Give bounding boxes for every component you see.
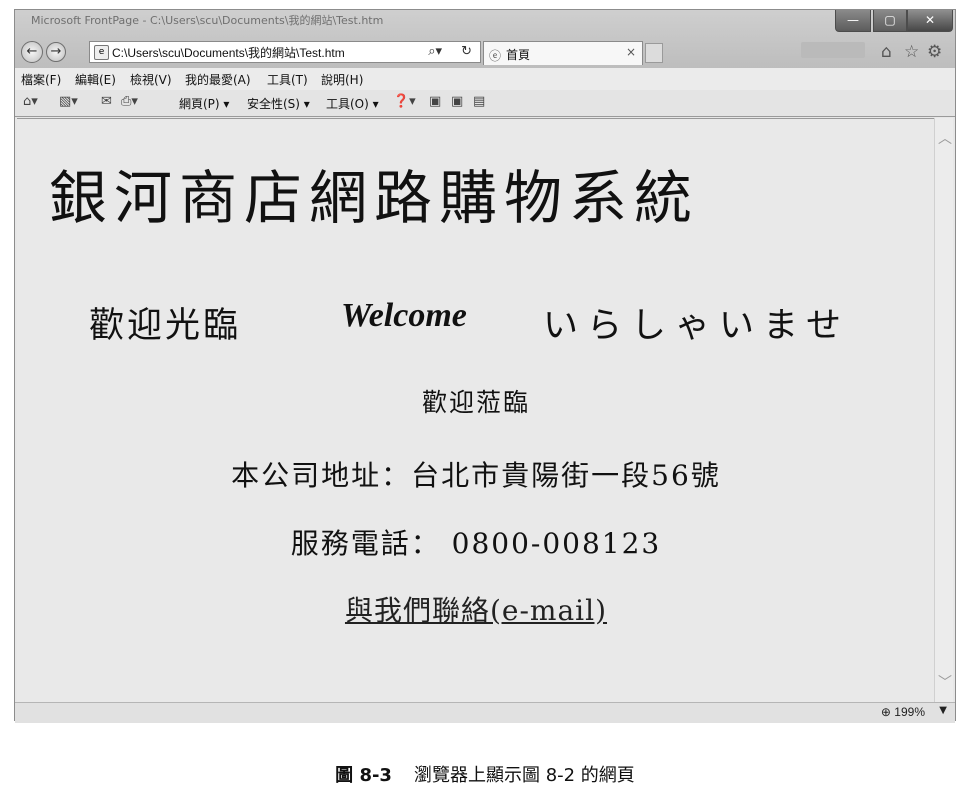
address-bar[interactable]: e C:\Users\scu\Documents\我的網站\Test.htm ⌕… xyxy=(89,41,481,63)
ie-icon: ⓔ xyxy=(489,49,502,63)
minimize-button[interactable]: — xyxy=(835,10,871,32)
new-tab-button[interactable] xyxy=(645,43,663,63)
command-bar: ⌂▾ ▧▾ ✉ ⎙▾ 網頁(P) ▾ 安全性(S) ▾ 工具(O) ▾ ❓▾ ▣… xyxy=(15,90,955,117)
cmd-safety[interactable]: 安全性(S) ▾ xyxy=(247,95,310,112)
favorites-star-icon[interactable]: ☆ xyxy=(904,42,919,62)
greeting-text: 歡迎蒞臨 xyxy=(421,388,530,417)
cmd-tools-label: 工具(O) xyxy=(326,97,369,111)
contact-row: 與我們聯絡(e-mail) xyxy=(17,589,935,629)
menu-favorites[interactable]: 我的最愛(A) xyxy=(185,71,251,88)
read-mail-icon[interactable]: ✉ xyxy=(101,94,112,109)
cmd-safety-label: 安全性(S) xyxy=(247,97,300,111)
page-content: 銀河商店網路購物系統 歡迎光臨 Welcome いらしゃいませ 歡迎蒞臨 本公司… xyxy=(17,118,935,703)
window-title: Microsoft FrontPage - C:\Users\scu\Docum… xyxy=(31,14,384,27)
cmd-page-label: 網頁(P) xyxy=(179,97,220,111)
zoom-level: 199% xyxy=(894,705,925,719)
onenote-icon[interactable]: ▤ xyxy=(473,94,485,109)
back-arrow-icon: ← xyxy=(26,44,38,59)
page-title: 銀河商店網路購物系統 xyxy=(49,164,700,232)
figure-caption: 圖 8-3 瀏覽器上顯示圖 8-2 的網頁 xyxy=(0,761,970,787)
settings-gear-icon[interactable]: ⚙ xyxy=(927,42,942,62)
research-icon[interactable]: ▣ xyxy=(429,94,441,109)
search-icon[interactable]: ⌕▾ xyxy=(428,44,442,59)
title-bar: Microsoft FrontPage - C:\Users\scu\Docum… xyxy=(15,10,955,68)
vertical-scrollbar[interactable]: ︿ ﹀ xyxy=(934,118,953,702)
figure-caption-text: 瀏覽器上顯示圖 8-2 的網頁 xyxy=(413,765,635,786)
menu-tools[interactable]: 工具(T) xyxy=(267,71,308,88)
browser-window: Microsoft FrontPage - C:\Users\scu\Docum… xyxy=(14,9,956,723)
forward-button[interactable]: → xyxy=(46,42,66,62)
menu-view[interactable]: 檢視(V) xyxy=(130,71,172,88)
contact-email-link[interactable]: 與我們聯絡(e-mail) xyxy=(345,594,607,627)
company-address: 本公司地址：台北市貴陽街一段56號 xyxy=(231,459,721,492)
zoom-icon: ⊕ xyxy=(880,705,891,719)
address-text[interactable]: C:\Users\scu\Documents\我的網站\Test.htm xyxy=(112,44,345,61)
scroll-down-icon[interactable]: ﹀ xyxy=(938,672,952,692)
cmd-page[interactable]: 網頁(P) ▾ xyxy=(179,95,229,112)
status-bar: ⊕ 199% ▼ xyxy=(15,702,955,723)
service-phone: 服務電話： 0800-008123 xyxy=(290,527,662,560)
page-icon: e xyxy=(94,45,109,60)
maximize-button[interactable]: ▢ xyxy=(873,10,907,32)
welcome-chinese: 歡迎光臨 xyxy=(89,306,242,346)
zoom-control[interactable]: ⊕ 199% xyxy=(881,705,925,719)
menu-edit[interactable]: 編輯(E) xyxy=(75,71,116,88)
tab-home[interactable]: ⓔ 首頁 × xyxy=(483,41,643,65)
translate-icon[interactable]: ▣ xyxy=(451,94,463,109)
scroll-up-icon[interactable]: ︿ xyxy=(938,128,952,148)
print-icon[interactable]: ⎙▾ xyxy=(121,94,138,109)
back-button[interactable]: ← xyxy=(21,41,43,63)
help-icon[interactable]: ❓▾ xyxy=(393,94,416,109)
home-small-icon[interactable]: ⌂▾ xyxy=(23,94,38,109)
menu-help[interactable]: 說明(H) xyxy=(321,71,363,88)
welcome-japanese: いらしゃいませ xyxy=(543,306,850,346)
toolbar-field[interactable] xyxy=(801,42,865,58)
refresh-icon[interactable]: ↻ xyxy=(461,44,472,59)
menu-file[interactable]: 檔案(F) xyxy=(21,71,61,88)
tab-label: 首頁 xyxy=(506,48,531,62)
welcome-english: Welcome xyxy=(341,297,467,334)
forward-arrow-icon: → xyxy=(50,44,62,59)
cmd-tools[interactable]: 工具(O) ▾ xyxy=(326,95,379,112)
close-button[interactable]: ✕ xyxy=(907,10,953,32)
tab-close-icon[interactable]: × xyxy=(626,45,636,59)
rss-feed-icon[interactable]: ▧▾ xyxy=(59,94,78,109)
zoom-dropdown-icon[interactable]: ▼ xyxy=(939,705,947,716)
figure-number: 圖 8-3 xyxy=(335,765,392,786)
home-icon[interactable]: ⌂ xyxy=(881,42,892,62)
menu-bar: 檔案(F) 編輯(E) 檢視(V) 我的最愛(A) 工具(T) 說明(H) xyxy=(15,68,955,90)
